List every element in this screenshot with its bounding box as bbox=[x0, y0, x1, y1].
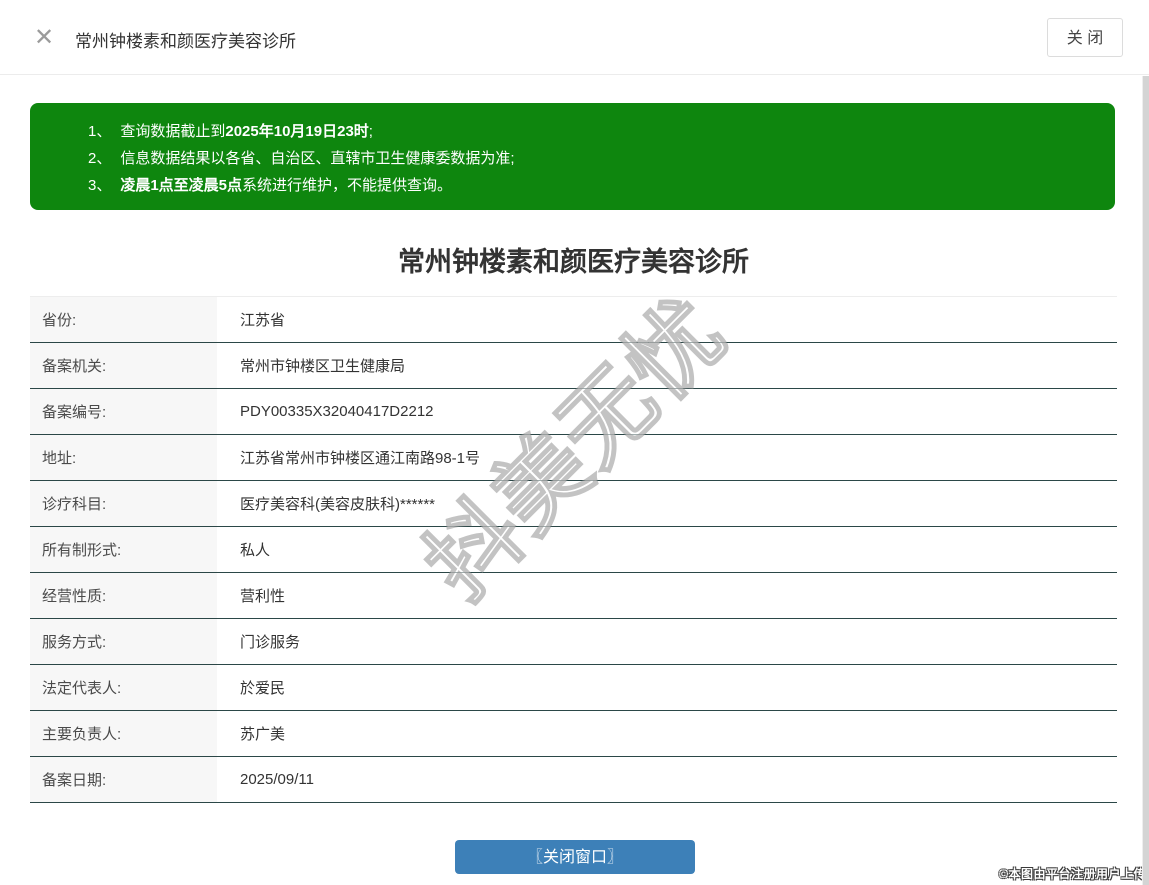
field-label: 省份: bbox=[30, 297, 217, 342]
upload-credit-text: ©本图由平台注册用户上传 bbox=[999, 867, 1146, 881]
field-value: PDY00335X32040417D2212 bbox=[240, 403, 434, 420]
close-button[interactable]: 关 闭 bbox=[1047, 18, 1123, 57]
notice-banner: 1、 查询数据截止到2025年10月19日23时; 2、 信息数据结果以各省、自治区… bbox=[30, 103, 1115, 210]
notice-text: 信息数据结果以各省、自治区、直辖市卫生健康委数据为准; bbox=[120, 150, 515, 167]
notice-line-3: 3、 凌晨1点至凌晨5点系统进行维护，不能提供查询。 bbox=[88, 172, 1095, 199]
notice-line-number: 1、 bbox=[88, 123, 112, 140]
table-row-legal-representative: 法定代表人: 於爱民 bbox=[30, 665, 1117, 711]
field-value: 2025/09/11 bbox=[240, 771, 314, 788]
notice-text: 系统进行维护，不能提供查询。 bbox=[242, 177, 453, 194]
close-x-icon[interactable]: ✕ bbox=[34, 24, 54, 52]
notice-text: ; bbox=[368, 123, 373, 140]
notice-line-number: 2、 bbox=[88, 150, 112, 167]
field-value: 医疗美容科(美容皮肤科)****** bbox=[240, 496, 436, 513]
field-value: 江苏省常州市钟楼区通江南路98-1号 bbox=[240, 450, 481, 467]
notice-text-bold: 2025年10月19日23时 bbox=[225, 123, 369, 140]
field-value: 营利性 bbox=[240, 588, 286, 605]
table-row-subjects: 诊疗科目: 医疗美容科(美容皮肤科)****** bbox=[30, 481, 1117, 527]
field-label: 备案机关: bbox=[30, 343, 217, 388]
table-row-person-in-charge: 主要负责人: 苏广美 bbox=[30, 711, 1117, 757]
institution-info-table: 省份: 江苏省 备案机关: 常州市钟楼区卫生健康局 备案编号: PDY00335… bbox=[30, 296, 1117, 803]
table-row-service-mode: 服务方式: 门诊服务 bbox=[30, 619, 1117, 665]
field-label: 地址: bbox=[30, 435, 217, 480]
window-header: ✕ 常州钟楼素和颜医疗美容诊所 关 闭 bbox=[0, 0, 1149, 75]
field-label: 备案日期: bbox=[30, 757, 217, 802]
field-value: 门诊服务 bbox=[240, 634, 301, 651]
notice-line-2: 2、 信息数据结果以各省、自治区、直辖市卫生健康委数据为准; bbox=[88, 145, 1095, 172]
table-row-record-date: 备案日期: 2025/09/11 bbox=[30, 757, 1117, 803]
table-row-province: 省份: 江苏省 bbox=[30, 297, 1117, 343]
field-label: 经营性质: bbox=[30, 573, 217, 618]
notice-line-number: 3、 bbox=[88, 177, 112, 194]
field-label: 所有制形式: bbox=[30, 527, 217, 572]
field-label: 法定代表人: bbox=[30, 665, 217, 710]
field-value: 常州市钟楼区卫生健康局 bbox=[240, 358, 406, 375]
table-row-address: 地址: 江苏省常州市钟楼区通江南路98-1号 bbox=[30, 435, 1117, 481]
field-label: 备案编号: bbox=[30, 389, 217, 434]
notice-line-1: 1、 查询数据截止到2025年10月19日23时; bbox=[88, 118, 1095, 145]
notice-text-bold: 凌晨1点至凌晨5点 bbox=[120, 177, 243, 194]
notice-text: 查询数据截止到 bbox=[120, 123, 226, 140]
field-label: 主要负责人: bbox=[30, 711, 217, 756]
table-row-record-number: 备案编号: PDY00335X32040417D2212 bbox=[30, 389, 1117, 435]
field-label: 诊疗科目: bbox=[30, 481, 217, 526]
field-value: 私人 bbox=[240, 542, 271, 559]
field-value: 江苏省 bbox=[240, 312, 286, 329]
table-row-authority: 备案机关: 常州市钟楼区卫生健康局 bbox=[30, 343, 1117, 389]
vertical-scrollbar[interactable] bbox=[1142, 76, 1149, 885]
table-row-business-nature: 经营性质: 营利性 bbox=[30, 573, 1117, 619]
close-window-button[interactable]: 〖关闭窗口〗 bbox=[455, 840, 695, 874]
page-title: 常州钟楼素和颜医疗美容诊所 bbox=[398, 247, 749, 277]
field-label: 服务方式: bbox=[30, 619, 217, 664]
field-value: 於爱民 bbox=[240, 680, 286, 697]
table-row-ownership: 所有制形式: 私人 bbox=[30, 527, 1117, 573]
field-value: 苏广美 bbox=[240, 726, 286, 743]
window-title: 常州钟楼素和颜医疗美容诊所 bbox=[75, 32, 296, 51]
